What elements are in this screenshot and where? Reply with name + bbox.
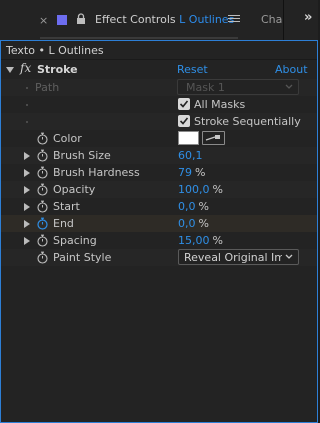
color-label: Color [53, 132, 82, 145]
expand-triangle-icon[interactable] [24, 152, 30, 160]
property-dot [26, 87, 28, 89]
paint-style-value: Reveal Original Ima [184, 251, 282, 264]
expand-triangle-icon[interactable] [24, 203, 30, 211]
expand-triangle-icon[interactable] [24, 186, 30, 194]
property-row-start: Start 0,0% [1, 198, 317, 215]
brush-size-value[interactable]: 60,1 [178, 149, 203, 162]
start-value[interactable]: 0,0 [178, 200, 196, 213]
all-masks-checkbox[interactable] [178, 98, 190, 110]
close-tab-icon[interactable]: × [39, 14, 48, 27]
chevron-down-icon [284, 252, 294, 262]
paint-style-label: Paint Style [53, 251, 112, 264]
stopwatch-active-icon[interactable] [37, 217, 48, 230]
tab-overflow-button[interactable]: » [283, 0, 318, 40]
expand-triangle-icon[interactable] [24, 169, 30, 177]
all-masks-label: All Masks [194, 98, 246, 111]
stroke-sequentially-checkbox[interactable] [178, 115, 190, 127]
eyedropper-button[interactable] [202, 131, 225, 145]
reset-link[interactable]: Reset [177, 63, 208, 76]
lock-icon[interactable] [76, 13, 86, 25]
stopwatch-icon[interactable] [37, 200, 48, 213]
start-field: 0,0% [178, 200, 209, 213]
path-value: Mask 1 [186, 81, 225, 94]
opacity-label: Opacity [53, 183, 96, 196]
property-row-color: Color [1, 130, 317, 147]
tab-effect-controls[interactable]: Effect Controls L Outlines [95, 13, 234, 26]
checkmark-icon [179, 100, 189, 108]
opacity-value[interactable]: 100,0 [178, 183, 210, 196]
property-row-opacity: Opacity 100,0% [1, 181, 317, 198]
header-divider [1, 59, 317, 60]
property-row-path: Path Mask 1 [1, 79, 317, 96]
color-swatch[interactable] [178, 131, 199, 145]
brush-hardness-value[interactable]: 79 [178, 166, 192, 179]
stopwatch-icon[interactable] [37, 183, 48, 196]
property-row-stroke-sequentially: Stroke Sequentially [1, 113, 317, 130]
about-link[interactable]: About [275, 63, 308, 76]
property-row-brush-hardness: Brush Hardness 79% [1, 164, 317, 181]
opacity-unit: % [212, 183, 223, 196]
effect-controls-panel: Texto • L Outlines fx Stroke Reset About… [0, 40, 318, 423]
checkmark-icon [179, 117, 189, 125]
breadcrumb: Texto • L Outlines [6, 44, 104, 57]
spacing-field: 15,00% [178, 234, 223, 247]
composition-color-swatch-icon [57, 15, 67, 25]
fx-toggle-icon[interactable]: fx [20, 61, 31, 75]
tab-panel-name: Effect Controls [95, 13, 176, 26]
stopwatch-icon[interactable] [37, 251, 48, 264]
paint-style-dropdown[interactable]: Reveal Original Ima [178, 249, 299, 265]
expand-triangle-icon[interactable] [24, 237, 30, 245]
collapse-triangle-icon[interactable] [6, 67, 14, 73]
end-field: 0,0% [178, 217, 209, 230]
start-label: Start [53, 200, 80, 213]
tab-character[interactable]: Cha [261, 13, 282, 26]
active-tab-indicator [40, 37, 238, 39]
start-unit: % [198, 200, 209, 213]
property-row-all-masks: All Masks [1, 96, 317, 113]
property-row-end: End 0,0% [1, 215, 317, 232]
eyedropper-icon [205, 135, 220, 141]
opacity-field: 100,0% [178, 183, 223, 196]
property-dot [26, 121, 28, 123]
property-row-paint-style: Paint Style Reveal Original Ima [1, 249, 317, 266]
path-label: Path [35, 81, 60, 94]
spacing-unit: % [212, 234, 223, 247]
stopwatch-icon[interactable] [37, 132, 48, 145]
spacing-label: Spacing [53, 234, 97, 247]
brush-size-label: Brush Size [53, 149, 111, 162]
stopwatch-icon[interactable] [37, 166, 48, 179]
end-value[interactable]: 0,0 [178, 217, 196, 230]
property-row-brush-size: Brush Size 60,1 [1, 147, 317, 164]
stopwatch-icon[interactable] [37, 149, 48, 162]
spacing-value[interactable]: 15,00 [178, 234, 210, 247]
chevron-double-right-icon: » [304, 10, 313, 25]
property-row-spacing: Spacing 15,00% [1, 232, 317, 249]
panel-tabbar: × Effect Controls L Outlines Cha » [0, 0, 318, 40]
brush-hardness-field: 79% [178, 166, 205, 179]
stopwatch-icon[interactable] [37, 234, 48, 247]
expand-triangle-icon[interactable] [24, 220, 30, 228]
brush-hardness-label: Brush Hardness [53, 166, 140, 179]
effect-name: Stroke [37, 63, 78, 76]
brush-hardness-unit: % [195, 166, 206, 179]
chevron-down-icon [285, 84, 293, 89]
property-dot [26, 104, 28, 106]
stroke-sequentially-label: Stroke Sequentially [194, 115, 301, 128]
end-label: End [53, 217, 74, 230]
tab-composition-name: L Outlines [179, 13, 235, 26]
end-unit: % [198, 217, 209, 230]
effect-row-stroke: fx Stroke Reset About [1, 61, 317, 78]
panel-menu-icon[interactable] [228, 13, 240, 25]
path-dropdown[interactable]: Mask 1 [177, 79, 299, 95]
